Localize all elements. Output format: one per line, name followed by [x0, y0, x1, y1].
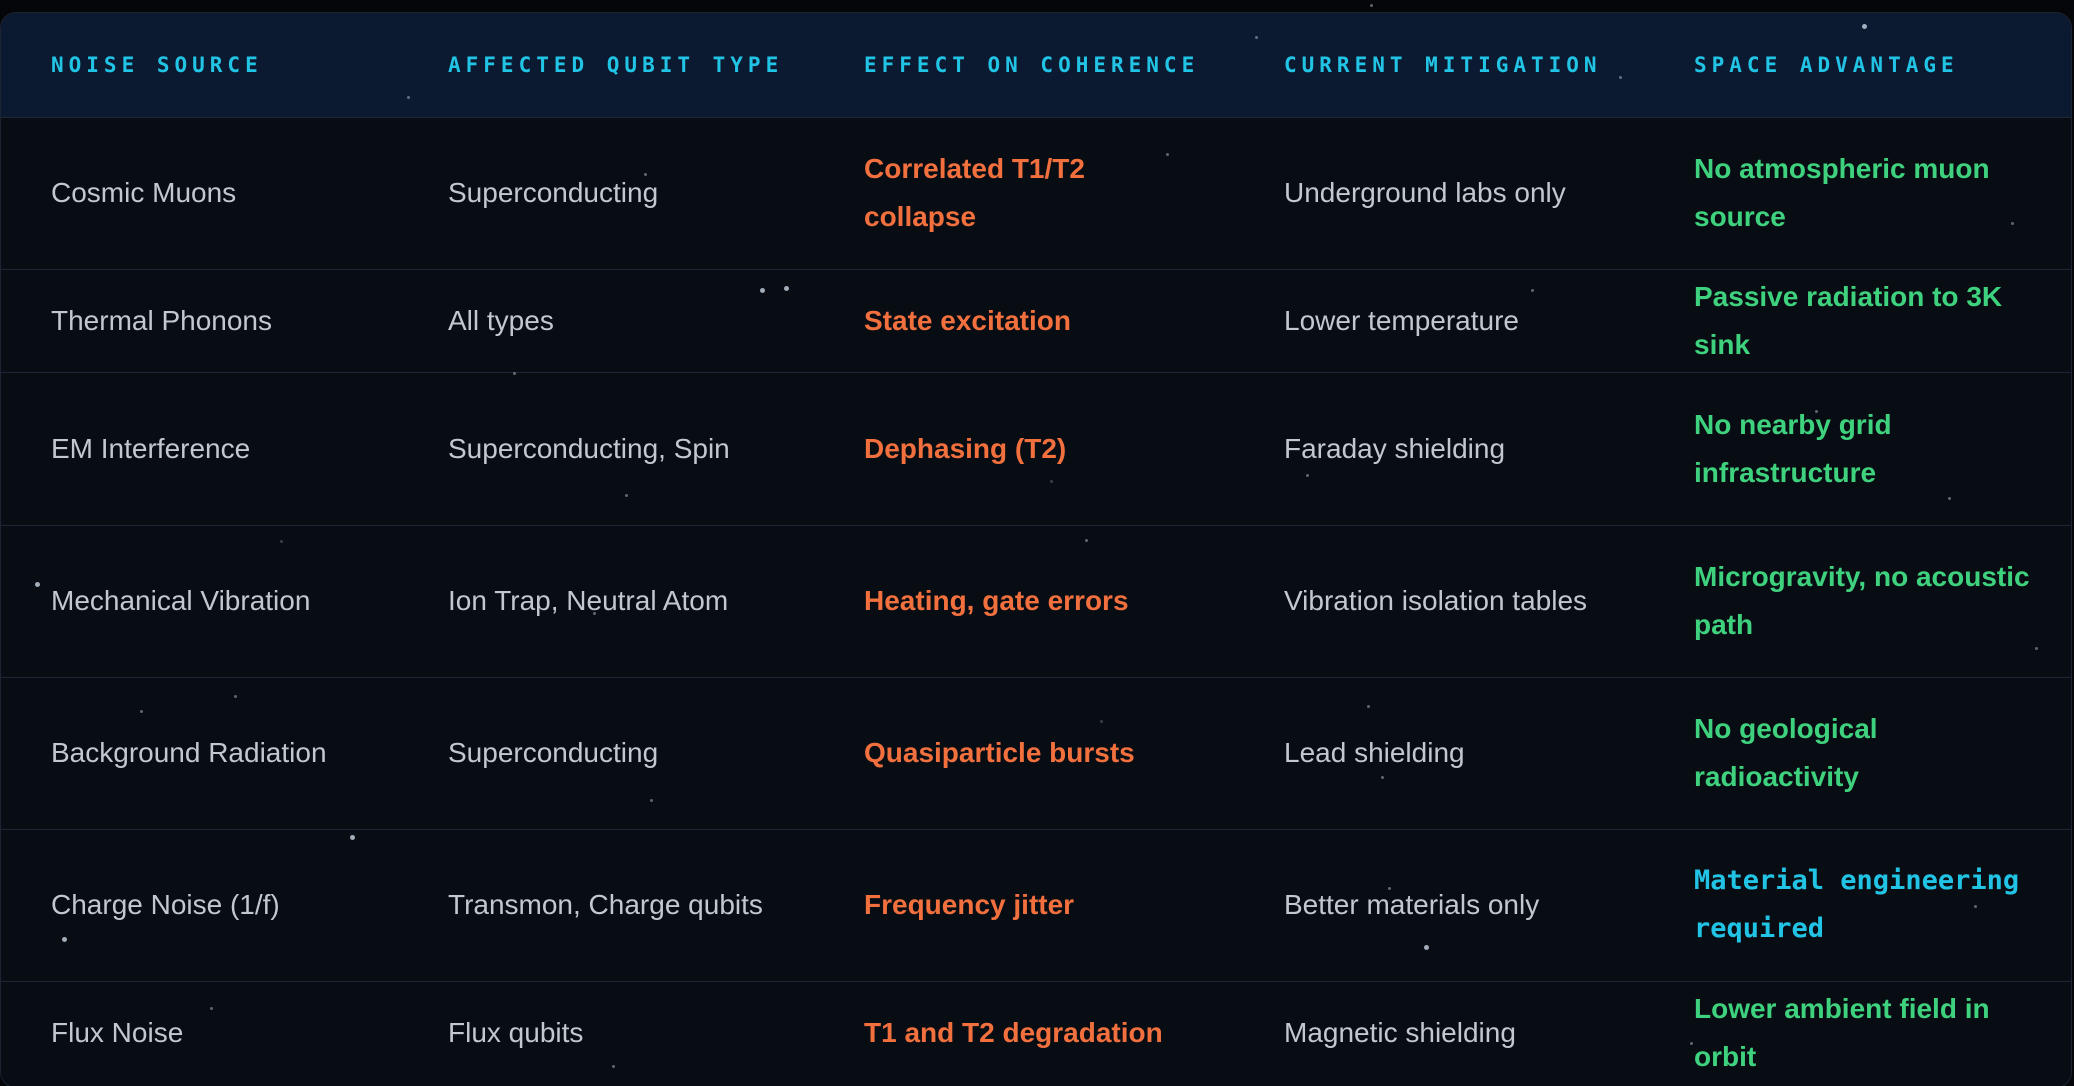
cell-space-advantage: No geological radioactivity — [1644, 677, 2071, 830]
cell-mitigation: Lead shielding — [1234, 677, 1644, 830]
cell-mitigation: Better materials only — [1234, 829, 1644, 982]
cell-effect: T1 and T2 degradation — [864, 1017, 1163, 1049]
table-row: Mechanical Vibration Ion Trap, Neutral A… — [1, 525, 2071, 678]
header-noise-source: NOISE SOURCE — [1, 13, 398, 118]
cell-noise-source: Background Radiation — [1, 677, 398, 830]
star — [1370, 4, 1373, 7]
cell-mitigation: Underground labs only — [1234, 117, 1644, 270]
cell-qubit-type: Transmon, Charge qubits — [398, 829, 814, 982]
cell-space-advantage: No nearby grid infrastructure — [1644, 372, 2071, 526]
cell-mitigation: Faraday shielding — [1234, 372, 1644, 526]
table-row: Charge Noise (1/f) Transmon, Charge qubi… — [1, 829, 2071, 982]
cell-effect: Heating, gate errors — [814, 525, 1234, 678]
header-space-advantage: SPACE ADVANTAGE — [1644, 13, 2071, 118]
table-header-row: NOISE SOURCE AFFECTED QUBIT TYPE EFFECT … — [1, 13, 2071, 118]
cell-mitigation: Lower temperature — [1234, 269, 1644, 373]
header-current-mitigation: CURRENT MITIGATION — [1234, 13, 1644, 118]
header-effect-on-coherence: EFFECT ON COHERENCE — [814, 13, 1234, 118]
cell-effect: Quasiparticle bursts — [814, 677, 1234, 830]
cell-qubit-type: Ion Trap, Neutral Atom — [398, 525, 814, 678]
cell-qubit-type: All types — [398, 269, 814, 373]
cell-space-advantage: Passive radiation to 3K sink — [1644, 269, 2071, 373]
cell-mitigation: Vibration isolation tables — [1234, 525, 1644, 678]
cell-mitigation: Magnetic shielding — [1284, 1017, 1516, 1049]
cell-noise-source: Flux Noise — [51, 1017, 184, 1049]
noise-table: NOISE SOURCE AFFECTED QUBIT TYPE EFFECT … — [1, 13, 2071, 1085]
cell-qubit-type: Superconducting — [398, 677, 814, 830]
header-affected-qubit-type: AFFECTED QUBIT TYPE — [398, 13, 814, 118]
cell-effect: State excitation — [814, 269, 1234, 373]
cell-effect: Dephasing (T2) — [814, 372, 1234, 526]
table-row: Background Radiation Superconducting Qua… — [1, 677, 2071, 830]
cell-space-advantage: Material engineering required — [1644, 829, 2071, 982]
cell-space-advantage: Microgravity, no acoustic path — [1644, 525, 2071, 678]
cell-effect: Frequency jitter — [814, 829, 1234, 982]
cell-noise-source: Thermal Phonons — [1, 269, 398, 373]
cell-qubit-type: Flux qubits — [448, 1017, 584, 1049]
table-row: Flux Noise Flux qubits T1 and T2 degrada… — [1, 981, 2071, 1085]
cell-space-advantage: No atmospheric muon source — [1644, 117, 2071, 270]
cell-effect: Correlated T1/T2 collapse — [814, 117, 1234, 270]
table-row: EM Interference Superconducting, Spin De… — [1, 372, 2071, 526]
cell-noise-source: Charge Noise (1/f) — [1, 829, 398, 982]
cell-noise-source: Cosmic Muons — [1, 117, 398, 270]
cell-noise-source: Mechanical Vibration — [1, 525, 398, 678]
table-row: Cosmic Muons Superconducting Correlated … — [1, 117, 2071, 270]
cell-qubit-type: Superconducting — [398, 117, 814, 270]
page-frame: NOISE SOURCE AFFECTED QUBIT TYPE EFFECT … — [0, 0, 2074, 1086]
table-row: Thermal Phonons All types State excitati… — [1, 269, 2071, 373]
noise-table-card: NOISE SOURCE AFFECTED QUBIT TYPE EFFECT … — [0, 12, 2072, 1086]
cell-qubit-type: Superconducting, Spin — [398, 372, 814, 526]
cell-noise-source: EM Interference — [1, 372, 398, 526]
cell-space-advantage: Lower ambient field in orbit — [1694, 993, 1990, 1073]
